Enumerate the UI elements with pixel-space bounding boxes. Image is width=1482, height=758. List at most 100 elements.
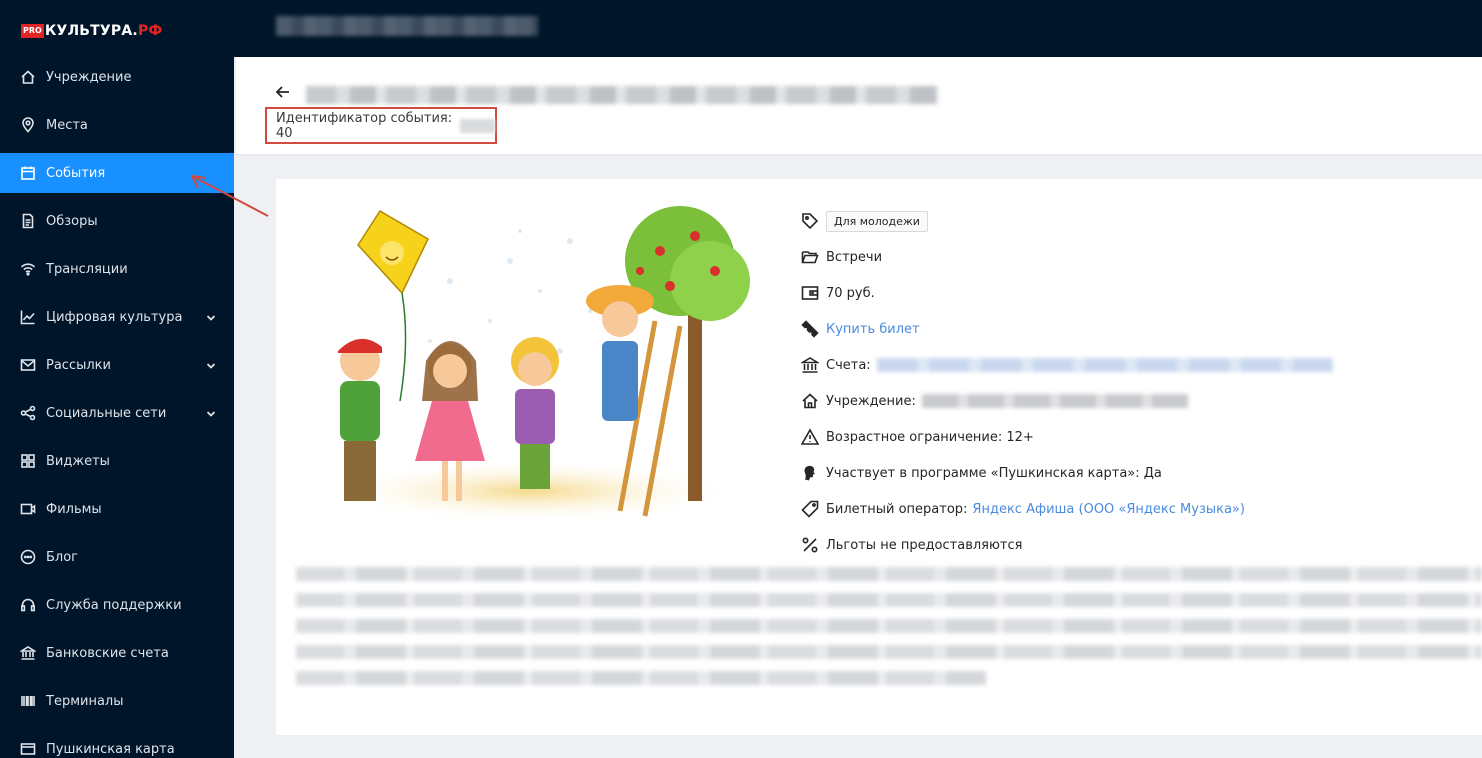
warning-icon xyxy=(800,427,820,447)
event-id-label: Идентификатор события: 40 xyxy=(276,110,453,141)
description-line xyxy=(296,671,986,685)
pushkin-card-status: Участвует в программе «Пушкинская карта»… xyxy=(826,465,1162,481)
info-row-accounts: Счета: xyxy=(800,347,1480,383)
ticket-operator-link[interactable]: Яндекс Афиша (ООО «Яндекс Музыка») xyxy=(972,502,1245,517)
sidebar-item-label: Банковские счета xyxy=(46,645,169,661)
sidebar-item-label: Виджеты xyxy=(46,453,110,469)
pushkin-profile-icon xyxy=(800,463,820,483)
description-line xyxy=(296,619,1482,633)
age-limit: Возрастное ограничение: 12+ xyxy=(826,429,1034,445)
sidebar-item-label: Учреждение xyxy=(46,69,132,85)
sidebar-item-label: Цифровая культура xyxy=(46,309,183,325)
redacted-accounts[interactable] xyxy=(876,358,1333,372)
sidebar-item-institution[interactable]: Учреждение xyxy=(0,57,234,97)
wallet-icon xyxy=(800,283,820,303)
share-icon xyxy=(20,405,36,421)
logo-brand: КУЛЬТУРА.РФ xyxy=(44,23,163,39)
wifi-icon xyxy=(20,261,36,277)
bank-icon xyxy=(20,645,36,661)
redacted-institution[interactable] xyxy=(921,394,1188,408)
ticket-operator-label: Билетный оператор: xyxy=(826,501,968,517)
document-icon xyxy=(20,213,36,229)
sidebar-item-label: Служба поддержки xyxy=(46,597,182,613)
sidebar-item-blog[interactable]: Блог xyxy=(0,537,234,577)
video-icon xyxy=(20,501,36,517)
sidebar-item-label: Трансляции xyxy=(46,261,128,277)
chevron-down-icon[interactable] xyxy=(206,360,216,370)
sidebar-item-events[interactable]: События xyxy=(0,153,234,193)
chat-icon xyxy=(20,549,36,565)
chevron-down-icon[interactable] xyxy=(206,312,216,322)
sidebar-item-terminals[interactable]: Терминалы xyxy=(0,681,234,721)
sidebar-item-bank-accounts[interactable]: Банковские счета xyxy=(0,633,234,673)
event-info: Для молодежи Встречи 70 руб. Купить биле… xyxy=(800,203,1480,563)
info-row-pushkin-card: Участвует в программе «Пушкинская карта»… xyxy=(800,455,1480,491)
sidebar-item-social-networks[interactable]: Социальные сети xyxy=(0,393,234,433)
redacted-topbar-text xyxy=(276,16,538,36)
logo-pro-badge: PRO xyxy=(21,24,44,38)
sidebar-item-films[interactable]: Фильмы xyxy=(0,489,234,529)
top-bar xyxy=(234,0,1482,57)
tag-outline-icon xyxy=(800,499,820,519)
sidebar-item-label: Социальные сети xyxy=(46,405,167,421)
sidebar-item-label: Обзоры xyxy=(46,213,98,229)
redacted-event-title xyxy=(306,86,938,104)
card-icon xyxy=(20,741,36,757)
grid-icon xyxy=(20,453,36,469)
tag-icon xyxy=(800,211,820,231)
event-price: 70 руб. xyxy=(826,285,875,301)
sidebar-item-places[interactable]: Места xyxy=(0,105,234,145)
event-content: Для молодежи Встречи 70 руб. Купить биле… xyxy=(276,179,1482,735)
logo[interactable]: PRO КУЛЬТУРА.РФ xyxy=(21,22,162,40)
event-header: Идентификатор события: 40 xyxy=(236,57,1482,154)
home-icon xyxy=(800,391,820,411)
sidebar-item-label: Блог xyxy=(46,549,79,565)
event-id-highlight: Идентификатор события: 40 xyxy=(265,107,497,144)
accounts-label: Счета: xyxy=(826,357,871,373)
chevron-down-icon[interactable] xyxy=(206,408,216,418)
bank-icon xyxy=(800,355,820,375)
percent-icon xyxy=(800,535,820,555)
sidebar-item-label: Рассылки xyxy=(46,357,111,373)
benefits: Льготы не предоставляются xyxy=(826,537,1023,553)
sidebar-item-widgets[interactable]: Виджеты xyxy=(0,441,234,481)
sidebar-item-label: Фильмы xyxy=(46,501,102,517)
calendar-icon xyxy=(20,165,36,181)
headset-icon xyxy=(20,597,36,613)
event-category: Встречи xyxy=(826,249,883,265)
info-row-tag: Для молодежи xyxy=(800,203,1480,239)
description-line xyxy=(296,645,1482,659)
institution-label: Учреждение: xyxy=(826,393,916,409)
info-row-buy-ticket: Купить билет xyxy=(800,311,1480,347)
chart-icon xyxy=(20,309,36,325)
barcode-icon xyxy=(20,693,36,709)
sidebar-menu: Учреждение Места События Обзоры Трансляц… xyxy=(0,57,234,758)
info-row-benefits: Льготы не предоставляются xyxy=(800,527,1480,563)
sidebar-item-pushkin-card[interactable]: Пушкинская карта xyxy=(0,729,234,758)
event-image xyxy=(310,201,756,523)
audience-tag: Для молодежи xyxy=(826,210,928,232)
sidebar-item-support[interactable]: Служба поддержки xyxy=(0,585,234,625)
sidebar-item-label: Пушкинская карта xyxy=(46,741,175,757)
sidebar: PRO КУЛЬТУРА.РФ Учреждение Места События… xyxy=(0,0,234,758)
sidebar-item-broadcasts[interactable]: Трансляции xyxy=(0,249,234,289)
description-line xyxy=(296,593,1482,607)
sidebar-item-label: Места xyxy=(46,117,88,133)
back-arrow-icon[interactable] xyxy=(274,83,292,101)
buy-ticket-link[interactable]: Купить билет xyxy=(826,322,920,337)
sidebar-item-digital-culture[interactable]: Цифровая культура xyxy=(0,297,234,337)
sidebar-item-label: События xyxy=(46,165,106,181)
sidebar-item-reviews[interactable]: Обзоры xyxy=(0,201,234,241)
sidebar-item-mailings[interactable]: Рассылки xyxy=(0,345,234,385)
info-row-ticket-operator: Билетный оператор: Яндекс Афиша (ООО «Ян… xyxy=(800,491,1480,527)
sidebar-item-label: Терминалы xyxy=(46,693,124,709)
description-line xyxy=(296,567,1482,581)
info-row-price: 70 руб. xyxy=(800,275,1480,311)
info-row-age-limit: Возрастное ограничение: 12+ xyxy=(800,419,1480,455)
folder-open-icon xyxy=(800,247,820,267)
home-icon xyxy=(20,69,36,85)
mail-icon xyxy=(20,357,36,373)
info-row-category: Встречи xyxy=(800,239,1480,275)
ticket-icon xyxy=(800,319,820,339)
info-row-institution: Учреждение: xyxy=(800,383,1480,419)
